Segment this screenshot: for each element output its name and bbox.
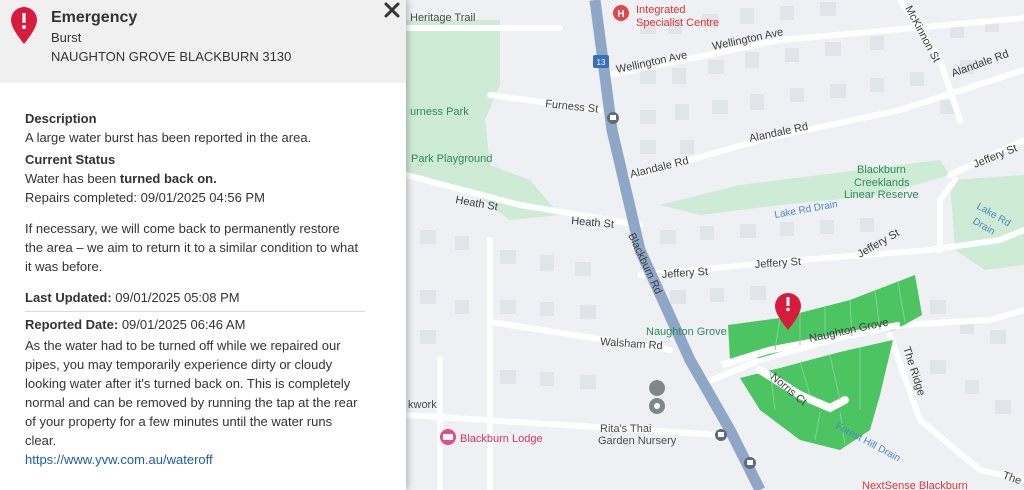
repairs-completed: Repairs completed: 09/01/2025 04:56 PM <box>25 190 265 205</box>
svg-text:Creeklands: Creeklands <box>854 177 910 189</box>
incident-info-panel: Emergency Burst NAUGHTON GROVE BLACKBURN… <box>0 0 406 490</box>
lodging-icon[interactable] <box>440 429 456 445</box>
status-heading: Current Status <box>25 152 116 167</box>
panel-header: Emergency Burst NAUGHTON GROVE BLACKBURN… <box>0 0 406 83</box>
bus-stop-icon[interactable] <box>715 429 727 441</box>
svg-text:Integrated: Integrated <box>636 4 686 16</box>
svg-text:Linear Reserve: Linear Reserve <box>844 189 919 201</box>
divider <box>25 311 365 312</box>
incident-type: Burst <box>51 30 82 45</box>
incident-address: NAUGHTON GROVE BLACKBURN 3130 <box>51 49 292 64</box>
water-info-text: As the water had to be turned off while … <box>25 338 358 448</box>
route-shield-icon: 13 <box>593 55 609 68</box>
incident-title: Emergency <box>51 9 138 26</box>
reported-date: Reported Date: 09/01/2025 06:46 AM <box>25 317 246 332</box>
bus-stop-icon[interactable] <box>744 457 756 469</box>
status-emphasis: turned back on. <box>119 171 217 186</box>
svg-text:Blackburn Lodge: Blackburn Lodge <box>460 433 543 445</box>
restore-text: If necessary, we will come back to perma… <box>25 221 359 274</box>
svg-text:Naughton Grove: Naughton Grove <box>646 326 727 338</box>
hospital-icon[interactable]: H <box>613 5 629 21</box>
svg-text:Specialist Centre: Specialist Centre <box>636 17 719 29</box>
bus-stop-icon[interactable] <box>607 112 619 124</box>
panel-body: Description A large water burst has been… <box>25 109 365 469</box>
svg-text:urness Park: urness Park <box>410 106 469 118</box>
svg-text:H: H <box>617 9 624 20</box>
description-heading: Description <box>25 111 97 126</box>
svg-text:kwork: kwork <box>408 399 437 411</box>
svg-text:Blackburn: Blackburn <box>857 164 906 176</box>
status-text: Water has been turned back on. <box>25 171 217 186</box>
svg-text:Garden Nursery: Garden Nursery <box>598 435 677 447</box>
emergency-pin-icon <box>11 7 37 44</box>
water-off-link[interactable]: https://www.yvw.com.au/wateroff <box>25 452 213 467</box>
svg-text:Park Playground: Park Playground <box>411 153 492 165</box>
description-text: A large water burst has been reported in… <box>25 130 312 145</box>
svg-text:Heritage Trail: Heritage Trail <box>410 12 475 24</box>
close-icon[interactable] <box>382 0 402 20</box>
svg-text:13: 13 <box>597 58 606 67</box>
last-updated: Last Updated: 09/01/2025 05:08 PM <box>25 290 240 305</box>
svg-text:NextSense Blackburn: NextSense Blackburn <box>862 480 968 490</box>
svg-text:Rita's Thai: Rita's Thai <box>600 423 651 435</box>
